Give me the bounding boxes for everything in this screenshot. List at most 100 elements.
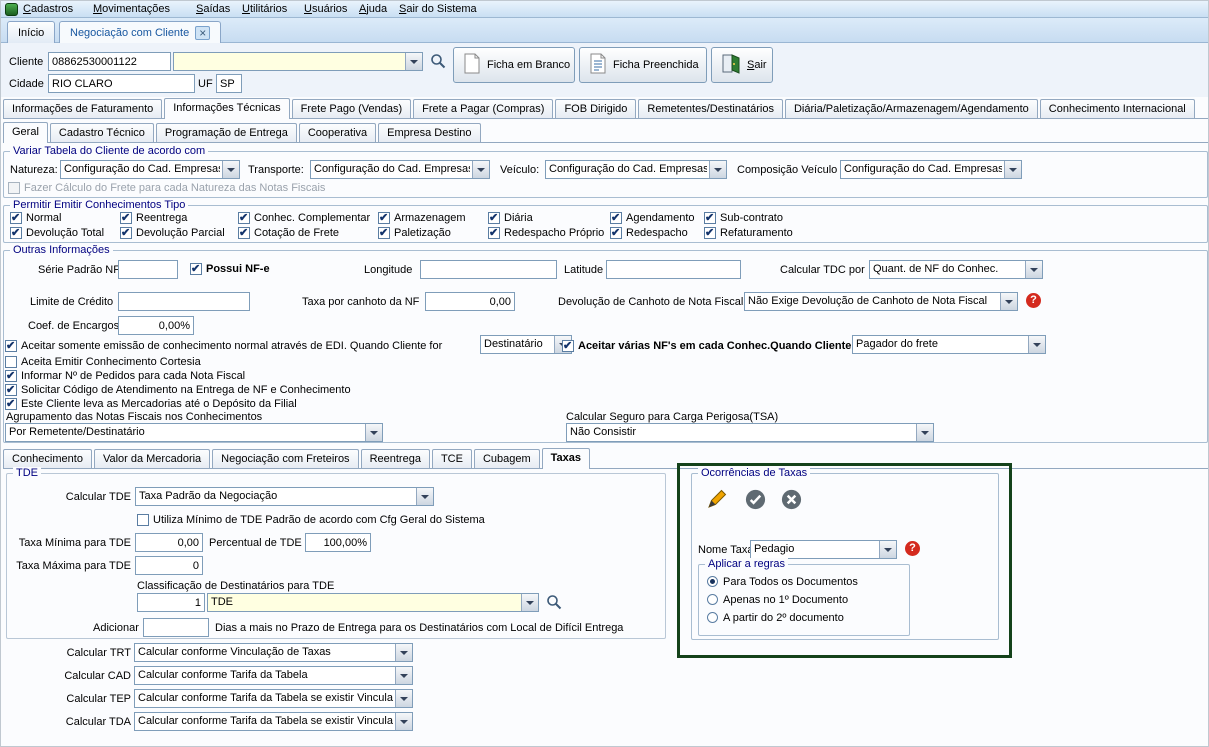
checkbox-calc-frete-natureza[interactable]: Fazer Cálculo do Frete para cada Naturez… <box>8 181 325 195</box>
help-icon[interactable] <box>905 541 920 556</box>
checkbox-redespacho[interactable]: Redespacho <box>610 226 688 240</box>
percentual-tde-input[interactable] <box>305 533 371 552</box>
calcular-trt-select[interactable]: Calcular conforme Vinculação de Taxas <box>134 643 413 662</box>
tab-cooperativa[interactable]: Cooperativa <box>298 123 377 142</box>
classificacao-num-input[interactable] <box>137 593 205 612</box>
checkbox-redespacho-proprio[interactable]: Redespacho Próprio <box>488 226 604 240</box>
tab-tce[interactable]: TCE <box>431 449 472 468</box>
checkbox-refaturamento[interactable]: Refaturamento <box>704 226 793 240</box>
aceitar-varias-select[interactable]: Pagador do frete <box>852 335 1046 354</box>
calcular-tep-select[interactable]: Calcular conforme Tarifa da Tabela se ex… <box>134 689 413 708</box>
menu-sair-do-sistema[interactable]: Sair do Sistema <box>399 3 477 16</box>
tab-informacoes-faturamento[interactable]: Informações de Faturamento <box>3 99 163 118</box>
ficha-em-branco-button[interactable]: Ficha em Branco <box>453 47 575 83</box>
tab-negociacao-com-cliente[interactable]: Negociação com Cliente <box>59 21 222 43</box>
cidade-input[interactable] <box>48 74 195 93</box>
checkbox-devolucao-parcial[interactable]: Devolução Parcial <box>120 226 225 240</box>
calcular-cad-label: Calcular CAD <box>64 670 131 682</box>
edit-pencil-icon[interactable] <box>704 486 730 515</box>
latitude-input[interactable] <box>606 260 741 279</box>
menu-cadastros[interactable]: Cadastros <box>23 3 73 16</box>
veiculo-select[interactable]: Configuração do Cad. Empresas <box>545 160 727 179</box>
coef-encargos-input[interactable] <box>118 316 194 335</box>
tab-negociacao-com-freteiros[interactable]: Negociação com Freteiros <box>212 449 359 468</box>
checkbox-paletizacao[interactable]: Paletização <box>378 226 451 240</box>
checkbox-sub-contrato[interactable]: Sub-contrato <box>704 211 783 225</box>
composicao-veiculo-select[interactable]: Configuração do Cad. Empresas <box>840 160 1022 179</box>
tab-conhecimento[interactable]: Conhecimento <box>3 449 92 468</box>
calcular-cad-select[interactable]: Calcular conforme Tarifa da Tabela <box>134 666 413 685</box>
tab-programacao-de-entrega[interactable]: Programação de Entrega <box>155 123 297 142</box>
tab-informacoes-tecnicas[interactable]: Informações Técnicas <box>164 98 290 119</box>
tab-reentrega[interactable]: Reentrega <box>360 449 430 468</box>
checkbox-cortesia[interactable]: Aceita Emitir Conhecimento Cortesia <box>5 355 201 369</box>
tab-empresa-destino[interactable]: Empresa Destino <box>378 123 481 142</box>
tab-frete-pago-vendas[interactable]: Frete Pago (Vendas) <box>291 99 412 118</box>
checkbox-informar-pedidos[interactable]: Informar Nº de Pedidos para cada Nota Fi… <box>5 369 245 383</box>
tab-valor-da-mercadoria[interactable]: Valor da Mercadoria <box>93 449 211 468</box>
transporte-select[interactable]: Configuração do Cad. Empresas <box>310 160 490 179</box>
close-icon[interactable] <box>195 25 211 40</box>
calcular-tdc-select[interactable]: Quant. de NF do Conhec. <box>869 260 1043 279</box>
checkbox-solicitar-codigo[interactable]: Solicitar Código de Atendimento na Entre… <box>5 383 351 397</box>
calcular-tda-select[interactable]: Calcular conforme Tarifa da Tabela se ex… <box>134 712 413 731</box>
checkbox-aceitar-edi[interactable]: Aceitar somente emissão de conhecimento … <box>5 339 442 353</box>
serie-padrao-nf-input[interactable] <box>118 260 178 279</box>
menu-utilitarios[interactable]: Utilitários <box>242 3 287 16</box>
taxa-canhoto-input[interactable] <box>425 292 515 311</box>
search-icon[interactable] <box>429 52 447 70</box>
agrupamento-select[interactable]: Por Remetente/Destinatário <box>5 423 383 442</box>
tab-remetentes-destinatarios[interactable]: Remetentes/Destinatários <box>638 99 783 118</box>
uf-input[interactable] <box>216 74 242 93</box>
tab-diaria-paletizacao[interactable]: Diária/Paletização/Armazenagem/Agendamen… <box>784 99 1038 118</box>
radio-apenas-primeiro-documento[interactable]: Apenas no 1º Documento <box>707 593 848 606</box>
adicionar-dias-input[interactable] <box>143 618 209 637</box>
menu-saidas[interactable]: Saídas <box>196 3 230 16</box>
tab-taxas[interactable]: Taxas <box>541 448 591 469</box>
tab-fob-dirigido[interactable]: FOB Dirigido <box>555 99 637 118</box>
natureza-select[interactable]: Configuração do Cad. Empresas <box>60 160 240 179</box>
checkbox-utiliza-minimo-tde[interactable]: Utiliza Mínimo de TDE Padrão de acordo c… <box>137 513 485 527</box>
sair-button[interactable]: Sair <box>711 47 773 83</box>
checkbox-conhec-complementar[interactable]: Conhec. Complementar <box>238 211 370 225</box>
radio-a-partir-segundo-documento[interactable]: A partir do 2º documento <box>707 611 844 624</box>
devolucao-canhoto-select[interactable]: Não Exige Devolução de Canhoto de Nota F… <box>744 292 1018 311</box>
seguro-carga-perigosa-select[interactable]: Não Consistir <box>566 423 934 442</box>
longitude-input[interactable] <box>420 260 557 279</box>
tab-frete-a-pagar-compras[interactable]: Frete a Pagar (Compras) <box>413 99 554 118</box>
checkbox-armazenagem[interactable]: Armazenagem <box>378 211 466 225</box>
help-icon[interactable] <box>1026 293 1041 308</box>
adicionar-dias-text: Dias a mais no Prazo de Entrega para os … <box>215 622 624 634</box>
limite-credito-input[interactable] <box>118 292 250 311</box>
checkbox-reentrega[interactable]: Reentrega <box>120 211 187 225</box>
tab-geral[interactable]: Geral <box>3 122 48 143</box>
checkbox-normal[interactable]: Normal <box>10 211 61 225</box>
cliente-code-input[interactable] <box>48 52 171 71</box>
menu-usuarios[interactable]: Usuários <box>304 3 347 16</box>
calcular-tde-select[interactable]: Taxa Padrão da Negociação <box>135 487 434 506</box>
checkbox-aceitar-varias-nf[interactable]: Aceitar várias NF's em cada Conhec.Quand… <box>562 339 869 353</box>
checkbox-diaria[interactable]: Diária <box>488 211 533 225</box>
tab-cubagem[interactable]: Cubagem <box>473 449 540 468</box>
tab-cadastro-tecnico[interactable]: Cadastro Técnico <box>49 123 154 142</box>
tab-inicio[interactable]: Início <box>7 21 56 43</box>
cliente-name-select[interactable] <box>173 52 423 71</box>
tab-conhecimento-internacional[interactable]: Conhecimento Internacional <box>1039 99 1195 118</box>
ficha-preenchida-button[interactable]: Ficha Preenchida <box>579 47 707 83</box>
search-icon[interactable] <box>545 593 563 611</box>
checkbox-cliente-leva[interactable]: Este Cliente leva as Mercadorias até o D… <box>5 397 297 411</box>
checkbox-devolucao-total[interactable]: Devolução Total <box>10 226 104 240</box>
menu-movimentacoes[interactable]: Movimentações <box>93 3 170 16</box>
nome-taxa-select[interactable]: Pedagio <box>750 540 897 559</box>
taxa-minima-tde-input[interactable] <box>135 533 203 552</box>
classificacao-select[interactable]: TDE <box>207 593 539 612</box>
checkbox-cotacao-de-frete[interactable]: Cotação de Frete <box>238 226 339 240</box>
checkbox-possui-nfe[interactable]: Possui NF-e <box>190 262 270 276</box>
aceitar-edi-select[interactable]: Destinatário <box>480 335 572 354</box>
menu-ajuda[interactable]: Ajuda <box>359 3 387 16</box>
confirm-check-icon[interactable] <box>744 488 767 514</box>
radio-para-todos-documentos[interactable]: Para Todos os Documentos <box>707 575 858 588</box>
cancel-x-icon[interactable] <box>780 488 803 514</box>
taxa-maxima-tde-input[interactable] <box>135 556 203 575</box>
checkbox-agendamento[interactable]: Agendamento <box>610 211 695 225</box>
